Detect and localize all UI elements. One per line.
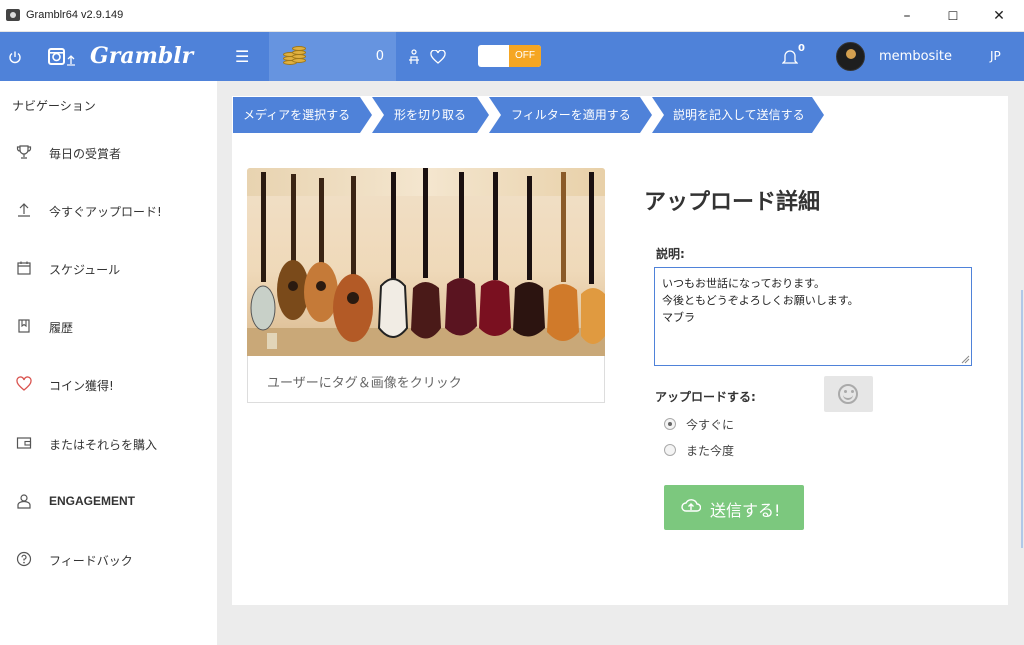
step-label: メディアを選択する xyxy=(243,108,351,122)
sidebar-item-label: コイン獲得! xyxy=(49,379,114,393)
step-label: 形を切り取る xyxy=(394,108,467,122)
radio-upload-now-label: 今すぐに xyxy=(686,418,735,432)
cloud-upload-icon xyxy=(681,499,701,512)
brand-logo: Gramblr xyxy=(90,43,194,69)
resize-grip-icon[interactable] xyxy=(960,354,970,364)
sidebar-item-label: フィードバック xyxy=(49,554,133,568)
instagram-upload-icon xyxy=(48,48,75,66)
wallet-icon xyxy=(15,435,33,453)
language-switch[interactable]: JP xyxy=(990,32,1001,81)
radio-upload-now[interactable] xyxy=(664,418,676,430)
maximize-button[interactable]: ☐ xyxy=(930,0,976,32)
step-describe-send[interactable]: 説明を記入して送信する xyxy=(652,97,824,133)
bell-icon xyxy=(782,50,798,64)
likes-button[interactable] xyxy=(430,32,448,81)
sidebar-item-history[interactable]: 履歴 xyxy=(0,307,217,347)
step-label: 説明を記入して送信する xyxy=(673,108,805,122)
step-label: フィルターを適用する xyxy=(511,108,631,122)
guitars-image xyxy=(247,168,605,356)
minimize-button[interactable]: – xyxy=(884,0,930,32)
toggle-off-label: OFF xyxy=(509,45,541,67)
username[interactable]: membosite xyxy=(879,32,952,81)
help-icon xyxy=(15,551,33,569)
submit-label: 送信する! xyxy=(710,501,781,520)
submit-button[interactable]: 送信する! xyxy=(664,485,804,530)
description-textarea[interactable]: いつもお世話になっております。 今後ともどうぞよろしくお願いします。 マブラ xyxy=(654,267,972,366)
radio-upload-later[interactable] xyxy=(664,444,676,456)
heart-icon xyxy=(15,376,33,394)
coins-panel[interactable]: 0 xyxy=(269,32,396,81)
sidebar-heading: ナビゲーション xyxy=(12,99,96,113)
window-title-bar: Gramblr64 v2.9.149 – ☐ ✕ xyxy=(0,0,1024,32)
tag-caption-placeholder: ユーザーにタグ＆画像をクリック xyxy=(267,376,462,391)
coins-icon xyxy=(283,46,307,66)
sidebar-item-label: 今すぐアップロード! xyxy=(49,205,162,219)
sidebar-item-buy[interactable]: またはそれらを購入 xyxy=(0,424,217,464)
heart-icon xyxy=(430,50,446,64)
sidebar-item-label: ENGAGEMENT xyxy=(49,494,136,508)
emoji-button[interactable] xyxy=(824,376,873,412)
description-line: 今後ともどうぞよろしくお願いします。 xyxy=(662,294,859,307)
trophy-icon xyxy=(15,144,33,162)
sidebar-item-daily-winners[interactable]: 毎日の受賞者 xyxy=(0,133,217,173)
person-icon xyxy=(409,49,419,64)
menu-icon[interactable]: ☰ xyxy=(235,32,251,81)
upload-details-heading: アップロード詳細 xyxy=(644,190,821,215)
sidebar-item-label: またはそれらを購入 xyxy=(49,438,158,452)
step-apply-filter[interactable]: フィルターを適用する xyxy=(489,97,652,133)
avatar[interactable] xyxy=(836,42,865,71)
sidebar-item-earn-coins[interactable]: コイン獲得! xyxy=(0,365,217,405)
smiley-icon xyxy=(838,384,858,404)
description-label: 説明: xyxy=(656,247,685,261)
radio-upload-later-label: また今度 xyxy=(686,444,735,458)
app-icon xyxy=(6,9,20,21)
upload-icon xyxy=(15,202,33,220)
tag-caption-box[interactable]: ユーザーにタグ＆画像をクリック xyxy=(247,356,605,403)
bookmark-icon xyxy=(15,318,33,336)
sidebar-item-engagement[interactable]: ENGAGEMENT xyxy=(0,482,217,522)
window-edge xyxy=(1021,290,1023,548)
upload-photo-button[interactable] xyxy=(48,32,78,81)
sidebar-item-upload-now[interactable]: 今すぐアップロード! xyxy=(0,191,217,231)
close-button[interactable]: ✕ xyxy=(976,0,1022,32)
upload-when-label: アップロードする: xyxy=(655,390,756,404)
user-icon xyxy=(15,493,33,511)
power-button[interactable] xyxy=(8,32,24,81)
sidebar-item-schedule[interactable]: スケジュール xyxy=(0,249,217,289)
description-line: マブラ xyxy=(662,311,695,324)
description-line: いつもお世話になっております。 xyxy=(662,277,826,290)
coin-count: 0 xyxy=(375,49,384,64)
step-select-media[interactable]: メディアを選択する xyxy=(233,97,372,133)
power-icon xyxy=(9,51,21,64)
notification-badge: 0 xyxy=(798,43,805,54)
like-tool-button[interactable] xyxy=(408,32,422,81)
step-crop[interactable]: 形を切り取る xyxy=(372,97,489,133)
app-top-bar: Gramblr ☰ 0 OFF 0 membosite JP xyxy=(0,32,1024,81)
auto-toggle[interactable]: OFF xyxy=(478,45,541,67)
sidebar-item-label: スケジュール xyxy=(49,263,121,277)
sidebar-item-feedback[interactable]: フィードバック xyxy=(0,540,217,580)
sidebar-item-label: 履歴 xyxy=(49,321,74,335)
sidebar-item-label: 毎日の受賞者 xyxy=(49,147,122,161)
window-title: Gramblr64 v2.9.149 xyxy=(26,9,124,21)
sidebar: ナビゲーション 毎日の受賞者 今すぐアップロード! スケジュール 履歴 コイン獲… xyxy=(0,81,217,645)
calendar-icon xyxy=(15,260,33,278)
notifications-button[interactable]: 0 xyxy=(782,32,806,81)
media-preview-image[interactable] xyxy=(247,168,605,356)
